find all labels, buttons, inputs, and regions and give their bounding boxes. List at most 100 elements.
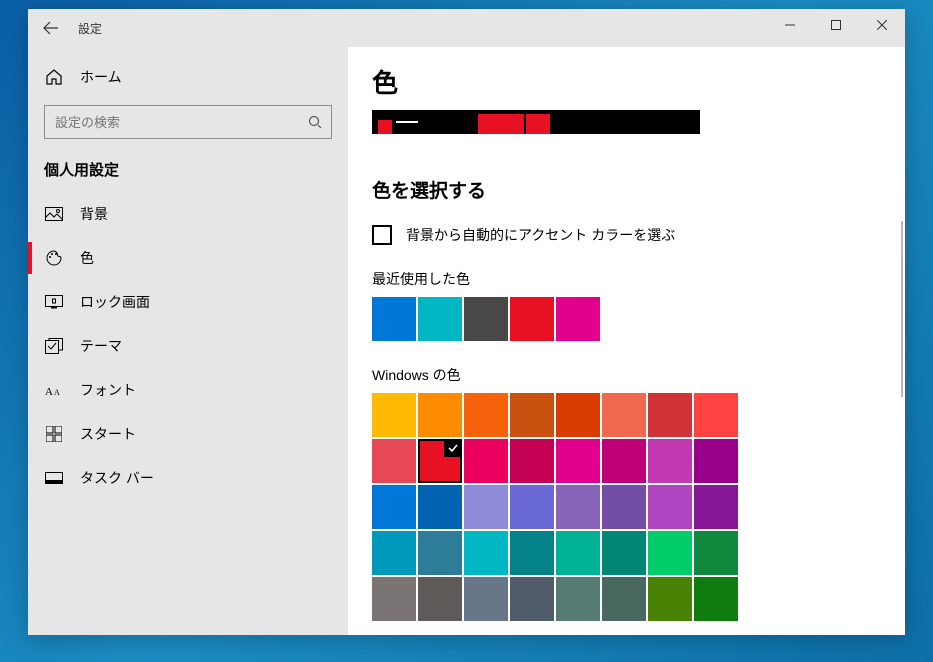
check-icon [444, 439, 462, 457]
nav-taskbar[interactable]: タスク バー [28, 456, 348, 500]
sidebar-section-title: 個人用設定 [28, 149, 348, 192]
nav-home-label: ホーム [80, 67, 122, 87]
color-swatch[interactable] [602, 577, 646, 621]
maximize-icon [831, 20, 841, 30]
color-swatch[interactable] [510, 485, 554, 529]
color-swatch[interactable] [372, 531, 416, 575]
color-swatch[interactable] [372, 393, 416, 437]
color-swatch[interactable] [556, 577, 600, 621]
color-swatch[interactable] [418, 393, 462, 437]
content-pane: 色 色を選択する 背景から自動的にアクセント カラーを選ぶ 最近使用した色 Wi… [348, 47, 905, 635]
nav-label: ロック画面 [80, 292, 150, 312]
svg-text:A: A [45, 386, 53, 397]
nav-label: テーマ [80, 336, 122, 356]
color-swatch[interactable] [648, 393, 692, 437]
start-icon [44, 426, 64, 442]
settings-window: 設定 ホーム [28, 9, 905, 635]
nav-lockscreen[interactable]: ロック画面 [28, 280, 348, 324]
color-swatch[interactable] [464, 577, 508, 621]
color-swatch[interactable] [418, 485, 462, 529]
auto-accent-checkbox[interactable] [372, 225, 392, 245]
nav-label: 色 [80, 248, 94, 268]
minimize-icon [785, 20, 795, 30]
color-swatch[interactable] [556, 485, 600, 529]
color-swatch[interactable] [602, 531, 646, 575]
back-button[interactable] [28, 9, 74, 47]
color-swatch[interactable] [418, 531, 462, 575]
search-wrap [28, 105, 348, 149]
color-swatch[interactable] [648, 577, 692, 621]
nav-label: フォント [80, 380, 136, 400]
theme-icon [44, 338, 64, 354]
choose-color-heading: 色を選択する [372, 176, 881, 203]
color-swatch[interactable] [694, 485, 738, 529]
recent-colors-row [372, 297, 752, 341]
color-swatch[interactable] [510, 577, 554, 621]
color-swatch[interactable] [556, 439, 600, 483]
color-swatch[interactable] [602, 393, 646, 437]
color-swatch[interactable] [510, 297, 554, 341]
nav-colors[interactable]: 色 [28, 236, 348, 280]
page-heading: 色 [372, 63, 881, 100]
nav-start[interactable]: スタート [28, 412, 348, 456]
scrollbar[interactable] [901, 221, 903, 397]
color-swatch[interactable] [648, 531, 692, 575]
arrow-left-icon [43, 20, 59, 36]
color-swatch[interactable] [418, 439, 462, 483]
color-swatch[interactable] [372, 577, 416, 621]
svg-text:A: A [54, 388, 60, 397]
minimize-button[interactable] [767, 9, 813, 41]
search-icon [308, 115, 322, 129]
close-icon [877, 20, 887, 30]
color-swatch[interactable] [510, 439, 554, 483]
color-preview [372, 110, 700, 134]
windows-colors-grid [372, 393, 742, 621]
color-swatch[interactable] [648, 485, 692, 529]
lockscreen-icon [44, 295, 64, 309]
auto-accent-label: 背景から自動的にアクセント カラーを選ぶ [406, 225, 675, 245]
nav-label: 背景 [80, 204, 108, 224]
color-swatch[interactable] [372, 485, 416, 529]
color-swatch[interactable] [372, 439, 416, 483]
windows-colors-label: Windows の色 [372, 365, 881, 385]
nav-fonts[interactable]: AA フォント [28, 368, 348, 412]
font-icon: AA [44, 383, 64, 397]
color-swatch[interactable] [372, 297, 416, 341]
nav-background[interactable]: 背景 [28, 192, 348, 236]
color-swatch[interactable] [694, 577, 738, 621]
color-swatch[interactable] [510, 393, 554, 437]
color-swatch[interactable] [694, 393, 738, 437]
color-swatch[interactable] [464, 393, 508, 437]
color-swatch[interactable] [556, 297, 600, 341]
titlebar: 設定 [28, 9, 905, 47]
nav-themes[interactable]: テーマ [28, 324, 348, 368]
color-swatch[interactable] [648, 439, 692, 483]
palette-icon [44, 249, 64, 267]
window-title: 設定 [78, 20, 102, 37]
color-swatch[interactable] [602, 439, 646, 483]
color-swatch[interactable] [556, 393, 600, 437]
nav-label: タスク バー [80, 468, 154, 488]
taskbar-icon [44, 472, 64, 484]
color-swatch[interactable] [602, 485, 646, 529]
auto-accent-row[interactable]: 背景から自動的にアクセント カラーを選ぶ [372, 225, 881, 245]
color-swatch[interactable] [418, 297, 462, 341]
window-body: ホーム 個人用設定 背景 [28, 47, 905, 635]
recent-colors-label: 最近使用した色 [372, 269, 881, 289]
color-swatch[interactable] [464, 485, 508, 529]
maximize-button[interactable] [813, 9, 859, 41]
color-swatch[interactable] [418, 577, 462, 621]
home-icon [44, 68, 64, 86]
color-swatch[interactable] [464, 439, 508, 483]
nav-home[interactable]: ホーム [28, 55, 348, 99]
color-swatch[interactable] [464, 531, 508, 575]
color-swatch[interactable] [694, 439, 738, 483]
color-swatch[interactable] [556, 531, 600, 575]
color-swatch[interactable] [694, 531, 738, 575]
search-input[interactable] [44, 105, 332, 139]
color-swatch[interactable] [510, 531, 554, 575]
close-button[interactable] [859, 9, 905, 41]
color-swatch[interactable] [464, 297, 508, 341]
picture-icon [44, 207, 64, 221]
window-controls [767, 9, 905, 41]
